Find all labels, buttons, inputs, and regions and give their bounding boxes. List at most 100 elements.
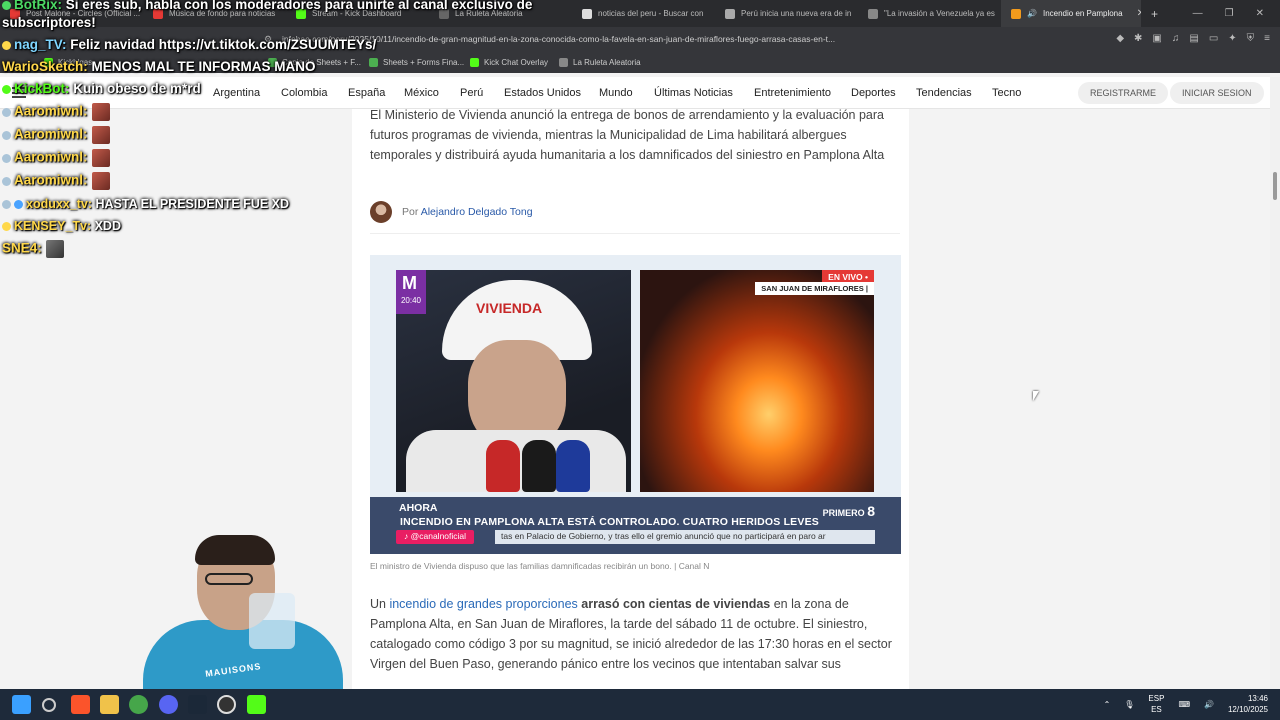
tab-musica[interactable]: Música de fondo para noticias — [143, 0, 286, 27]
nav-entretenimiento[interactable]: Entretenimiento — [754, 87, 831, 99]
video-frame-fire: EN VIVO • SAN JUAN DE MIRAFLORES | — [640, 270, 874, 492]
nav-ultimas-noticias[interactable]: Últimas Noticias — [654, 87, 733, 99]
microphone-icon — [556, 440, 590, 492]
article-image[interactable]: VIVIENDA 20:40 EN VIVO • SAN JUAN DE MIR… — [370, 255, 901, 554]
chat-text: HASTA EL PRESIDENTE FUE XD — [92, 197, 290, 211]
clock-date: 12/10/2025 — [1227, 705, 1268, 714]
register-button[interactable]: REGISTRARME — [1078, 82, 1169, 104]
sheets-icon — [369, 58, 378, 67]
file-explorer-icon[interactable] — [100, 695, 119, 714]
network-icon[interactable]: ⌨ — [1178, 700, 1190, 709]
nav-mexico[interactable]: México — [404, 87, 439, 99]
restore-icon[interactable]: ❐ — [1225, 8, 1234, 19]
language-indicator[interactable]: ESP ES — [1148, 693, 1164, 715]
scrollbar-thumb[interactable] — [1273, 172, 1277, 200]
tab-noticias[interactable]: noticias del peru - Buscar con — [572, 0, 715, 27]
puzzle-icon[interactable]: ✱ — [1134, 33, 1142, 44]
location-badge: SAN JUAN DE MIRAFLORES | — [755, 282, 874, 295]
emote-icon — [91, 149, 110, 167]
tab-kick-dashboard[interactable]: Stream - Kick Dashboard — [286, 0, 429, 27]
tab-ruleta[interactable]: La Ruleta Aleatoria — [429, 0, 572, 27]
author-link[interactable]: Alejandro Delgado Tong — [421, 206, 533, 218]
nav-deportes[interactable]: Deportes — [851, 87, 896, 99]
crown-badge-icon — [2, 222, 11, 232]
tab-label: Música de fondo para noticias — [169, 9, 276, 18]
close-window-icon[interactable]: ✕ — [1256, 8, 1264, 19]
chat-message: Aaromiwnl: — [2, 126, 110, 144]
nav-mundo[interactable]: Mundo — [599, 87, 633, 99]
xbox-icon[interactable] — [129, 695, 148, 714]
clock[interactable]: 13:46 12/10/2025 — [1228, 693, 1268, 715]
microphone-icon[interactable]: 🎙 — [1124, 700, 1134, 709]
inline-link[interactable]: incendio de grandes proporciones — [389, 597, 577, 611]
bookmark-item[interactable]: La Ruleta Aleatoria — [559, 58, 641, 67]
brave-browser-icon[interactable] — [71, 695, 90, 714]
windows-taskbar: ⌃ 🎙 ESP ES ⌨ 🔊 13:46 12/10/2025 — [0, 689, 1280, 720]
hamburger-menu-icon[interactable] — [12, 87, 26, 98]
globe-icon — [559, 58, 568, 67]
sidebar-icon[interactable]: ▤ — [1189, 33, 1198, 44]
tab-label: Stream - Kick Dashboard — [312, 9, 402, 18]
sub-badge-icon — [2, 153, 11, 163]
microphone-icon — [486, 440, 520, 492]
tab-label: noticias del peru - Buscar con — [598, 9, 704, 18]
bookmark-item[interactable]: Kick Chat Overlay — [470, 58, 548, 67]
drinking-glass — [249, 593, 295, 649]
nav-colombia[interactable]: Colombia — [281, 87, 327, 99]
music-icon[interactable]: ♫ — [1172, 33, 1180, 44]
close-tab-icon[interactable]: ✕ — [1137, 8, 1141, 19]
article-intro: El Ministerio de Vivienda anunció la ent… — [370, 108, 885, 162]
kick-app-icon[interactable] — [247, 695, 266, 714]
minimize-icon[interactable]: — — [1193, 8, 1203, 19]
ticker-crawl: tas en Palacio de Gobierno, y tras ello … — [495, 530, 875, 544]
nav-tendencias[interactable]: Tendencias — [916, 87, 972, 99]
helmet-text: VIVIENDA — [476, 300, 543, 316]
tab-venezuela[interactable]: "La invasión a Venezuela ya es — [858, 0, 1001, 27]
lang-bottom: ES — [1151, 705, 1162, 714]
obs-icon[interactable] — [217, 695, 236, 714]
bookmark-item[interactable]: Kickhlgas — [44, 58, 92, 67]
tab-peru-era[interactable]: Perú inicia una nueva era de in — [715, 0, 858, 27]
sub-badge-icon — [2, 200, 11, 210]
wallet-icon[interactable]: ▭ — [1209, 33, 1218, 44]
emote-icon — [45, 240, 64, 258]
tab-incendio[interactable]: 🔊 Incendio en Pamplona ✕ — [1001, 0, 1141, 27]
extension-icon[interactable]: ◆ — [1116, 33, 1124, 44]
tab-post-malone[interactable]: Post Malone - Circles (Official ... — [0, 0, 143, 27]
system-tray: ⌃ 🎙 ESP ES ⌨ 🔊 13:46 12/10/2025 — [1104, 693, 1268, 715]
ai-icon[interactable]: ✦ — [1228, 33, 1236, 44]
chevron-up-icon[interactable]: ⌃ — [1104, 700, 1111, 709]
chat-user: xoduxx_tv: — [26, 197, 92, 211]
tiktok-handle: ♪ @canalnoficial — [396, 530, 475, 544]
infobae-icon — [1011, 8, 1021, 19]
windows-start-icon[interactable] — [12, 695, 31, 714]
clock-time: 13:46 — [1247, 694, 1268, 703]
nav-tecno[interactable]: Tecno — [992, 87, 1021, 99]
discord-icon[interactable] — [159, 695, 178, 714]
tab-label: Perú inicia una nueva era de in — [741, 9, 852, 18]
menu-icon[interactable]: ≡ — [1264, 33, 1270, 44]
streamer-shirt — [143, 620, 343, 690]
new-tab-icon[interactable]: + — [1151, 7, 1158, 21]
nav-estados-unidos[interactable]: Estados Unidos — [504, 87, 581, 99]
nav-espana[interactable]: España — [348, 87, 385, 99]
login-button[interactable]: INICIAR SESION — [1170, 82, 1264, 104]
url-field[interactable]: infobae.com/peru/2025/10/11/incendio-de-… — [282, 34, 902, 44]
shield-icon[interactable]: ⛨ — [1247, 33, 1255, 44]
bookmark-item[interactable]: Sheets + Forms Fina... — [369, 58, 464, 67]
news-ticker: AHORA INCENDIO EN PAMPLONA ALTA ESTÁ CON… — [370, 497, 901, 554]
site-info-icon[interactable]: ⚙ — [264, 34, 272, 45]
emote-icon — [91, 126, 110, 144]
chat-message: KENSEY_Tv: XDD — [2, 219, 121, 233]
nav-peru[interactable]: Perú — [460, 87, 483, 99]
chat-user: KENSEY_Tv: — [14, 219, 92, 233]
nav-argentina[interactable]: Argentina — [213, 87, 260, 99]
chat-user: Aaromiwnl: — [14, 172, 88, 188]
search-icon[interactable] — [42, 698, 56, 712]
volume-icon[interactable]: 🔊 — [1204, 700, 1214, 709]
media-icon[interactable]: ▣ — [1152, 33, 1161, 44]
steam-icon[interactable] — [188, 695, 207, 714]
bookmark-item[interactable]: Copia de Sheets + F... — [268, 58, 361, 67]
chat-user: Aaromiwnl: — [14, 149, 88, 165]
page-scrollbar[interactable] — [1270, 77, 1280, 689]
